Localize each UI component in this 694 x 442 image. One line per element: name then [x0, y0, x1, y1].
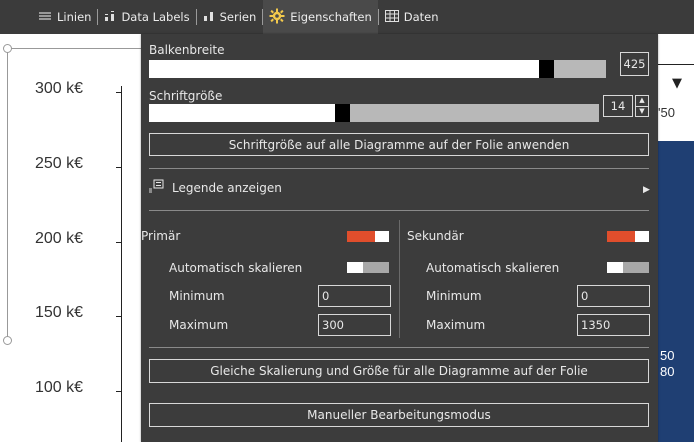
- secondary-color-fill: [607, 231, 635, 242]
- chart-bar: 50 80: [658, 141, 694, 442]
- chart-right-edge: ▼ '50 50 80: [658, 34, 694, 442]
- bar-width-label: Balkenbreite: [149, 43, 225, 57]
- font-size-value[interactable]: 14: [603, 95, 633, 117]
- y-axis-line: [121, 86, 122, 442]
- secondary-color-swatch[interactable]: [607, 231, 649, 242]
- y-tick-label: 300 k€: [35, 80, 84, 97]
- primary-axis-label: Primär: [141, 229, 181, 243]
- chevron-up-icon[interactable]: ▲: [636, 96, 648, 106]
- bar-value-label: 50: [660, 348, 675, 363]
- toggle-knob: [347, 262, 363, 273]
- primary-maximum-label: Maximum: [169, 318, 229, 332]
- lines-icon: [38, 10, 52, 25]
- manual-edit-mode-button[interactable]: Manueller Bearbeitungsmodus: [149, 403, 649, 427]
- toolbar-tab-label: Eigenschaften: [290, 10, 372, 24]
- primary-minimum-label: Minimum: [169, 289, 225, 303]
- chevron-right-icon[interactable]: ▶: [643, 185, 650, 195]
- toolbar-tab-data-labels[interactable]: Data Labels: [98, 0, 195, 34]
- primary-auto-scale-toggle[interactable]: [347, 262, 389, 273]
- y-tick-label: 150 k€: [35, 304, 84, 321]
- selection-frame-left: [7, 50, 8, 340]
- bar-value-label: 80: [660, 364, 675, 379]
- gear-icon: [269, 8, 285, 27]
- apply-font-size-button[interactable]: Schriftgröße auf alle Diagramme auf der …: [149, 133, 649, 156]
- primary-auto-scale-label: Automatisch skalieren: [169, 261, 303, 275]
- chevron-down-icon[interactable]: ▼: [636, 105, 648, 117]
- y-tick-label: 200 k€: [35, 230, 84, 247]
- font-size-label: Schriftgröße: [149, 89, 223, 103]
- divider: [149, 210, 649, 211]
- chevron-down-icon: ▼: [672, 76, 682, 91]
- selection-handle-left-middle[interactable]: [3, 336, 12, 345]
- toolbar-tab-label: Data Labels: [121, 10, 190, 24]
- primary-color-fill: [347, 231, 375, 242]
- secondary-auto-scale-label: Automatisch skalieren: [426, 261, 560, 275]
- y-tick: [116, 242, 122, 243]
- divider: [149, 168, 649, 169]
- toolbar-tab-data[interactable]: Daten: [379, 0, 445, 34]
- secondary-minimum-input[interactable]: 0: [577, 285, 650, 307]
- properties-panel: Balkenbreite 425 Schriftgröße 14 ▲ ▼ Sch…: [141, 34, 658, 442]
- toolbar-tab-properties[interactable]: Eigenschaften: [263, 0, 378, 34]
- bar-width-slider-fill: [149, 60, 547, 78]
- y-tick-label: 250 k€: [35, 155, 84, 172]
- same-scaling-button[interactable]: Gleiche Skalierung und Größe für alle Di…: [149, 359, 649, 383]
- secondary-auto-scale-toggle[interactable]: [607, 262, 649, 273]
- font-size-slider-thumb[interactable]: [335, 104, 350, 122]
- legend-icon: [149, 179, 167, 196]
- font-size-spinner[interactable]: ▲ ▼: [635, 95, 649, 117]
- toolbar-tab-label: Serien: [219, 10, 257, 24]
- table-icon: [384, 9, 399, 25]
- secondary-maximum-label: Maximum: [426, 318, 486, 332]
- y-tick: [116, 167, 122, 168]
- secondary-minimum-label: Minimum: [426, 289, 482, 303]
- primary-minimum-input[interactable]: 0: [318, 285, 391, 307]
- chart-top-line: [658, 64, 694, 65]
- y-tick: [116, 391, 122, 392]
- primary-maximum-input[interactable]: 300: [318, 314, 391, 336]
- data-labels-icon: [104, 10, 116, 25]
- toolbar-tab-label: Linien: [57, 10, 92, 24]
- y-tick-label: 100 k€: [35, 379, 84, 396]
- toolbar-tab-series[interactable]: Serien: [197, 0, 263, 34]
- bar-width-slider-thumb[interactable]: [539, 60, 554, 78]
- chart-toolbar: Linien Data Labels Serien Eigenschaften …: [0, 0, 694, 34]
- chart-label-partial: '50: [658, 105, 675, 120]
- y-tick: [116, 316, 122, 317]
- divider: [149, 347, 649, 348]
- selection-handle-top-left[interactable]: [3, 44, 12, 53]
- selection-frame-top: [8, 48, 142, 49]
- bar-width-slider[interactable]: [149, 60, 606, 78]
- secondary-axis-label: Sekundär: [407, 229, 464, 243]
- toggle-knob: [607, 262, 623, 273]
- y-tick: [116, 92, 122, 93]
- primary-color-swatch[interactable]: [347, 231, 389, 242]
- legend-toggle-row[interactable]: Legende anzeigen: [149, 179, 282, 196]
- legend-label: Legende anzeigen: [172, 180, 282, 195]
- secondary-maximum-input[interactable]: 1350: [577, 314, 650, 336]
- toolbar-tab-lines[interactable]: Linien: [32, 0, 97, 34]
- toolbar-tab-label: Daten: [403, 10, 439, 24]
- bar-width-value[interactable]: 425: [620, 52, 649, 76]
- column-divider: [399, 220, 400, 338]
- series-icon: [203, 10, 215, 25]
- font-size-slider-fill: [149, 104, 343, 122]
- font-size-slider[interactable]: [149, 104, 599, 122]
